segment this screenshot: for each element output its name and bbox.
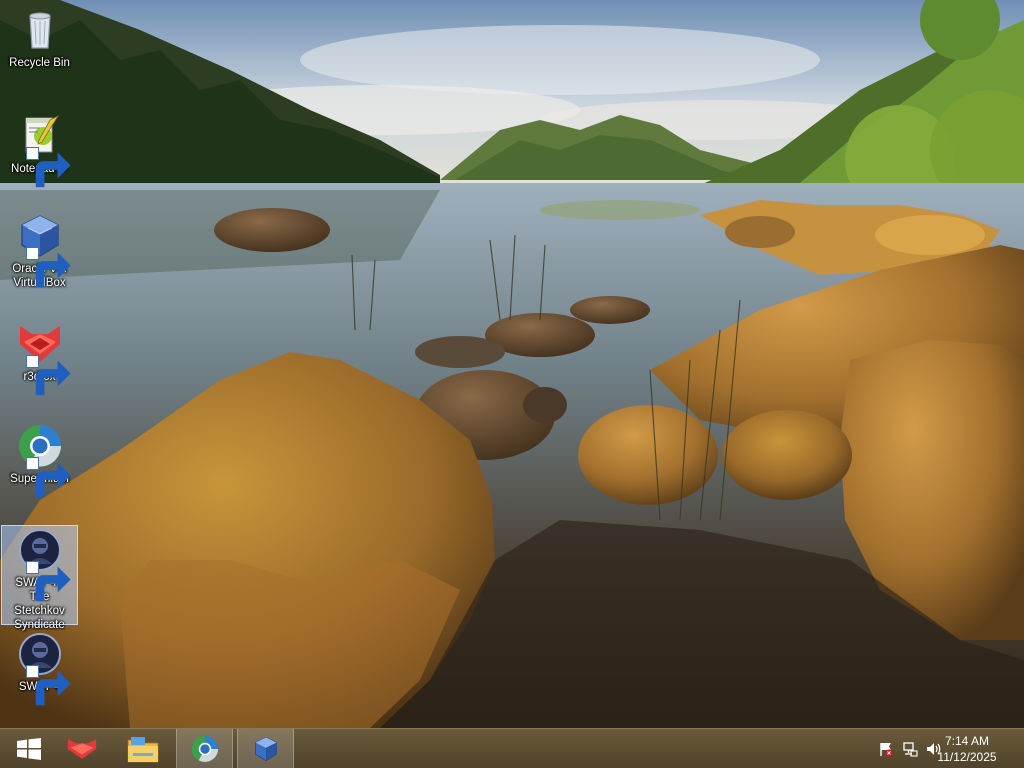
system-tray: 7:14 AM 11/12/2025 — [864, 729, 1024, 768]
virtualbox-icon — [254, 736, 277, 761]
shortcut-arrow-icon — [25, 457, 71, 498]
supermium-icon — [191, 735, 218, 762]
notepad-plus-plus-icon — [16, 112, 71, 188]
folder-icon — [127, 736, 158, 762]
taskbar-supermium[interactable] — [176, 729, 233, 768]
desktop-icon-area: Recycle Bin Notepad++ — [0, 0, 80, 728]
desktop-icon-supermium[interactable]: Supermium — [2, 422, 77, 498]
desktop-wallpaper — [0, 0, 1024, 728]
shortcut-arrow-icon — [25, 561, 71, 602]
swat4-icon — [16, 526, 71, 602]
recycle-bin-icon — [16, 6, 64, 54]
desktop-icon-r3dfox[interactable]: r3dfox — [2, 320, 77, 396]
desktop-icon-recycle-bin[interactable]: Recycle Bin — [2, 6, 77, 70]
desktop-icon-notepad-plus-plus[interactable]: Notepad++ — [2, 112, 77, 188]
action-center-flag-icon[interactable] — [878, 741, 894, 757]
clock[interactable]: 7:14 AM 11/12/2025 — [932, 733, 1002, 765]
network-icon[interactable] — [902, 741, 918, 757]
desktop-icon-swat4[interactable]: SWAT 4 — [2, 630, 77, 706]
taskbar-r3dfox[interactable] — [53, 729, 110, 768]
shortcut-arrow-icon — [25, 147, 71, 188]
taskbar: 7:14 AM 11/12/2025 — [0, 728, 1024, 768]
virtualbox-icon — [16, 212, 71, 288]
start-button[interactable] — [0, 729, 57, 768]
clock-date: 11/12/2025 — [937, 750, 997, 764]
swat4-icon — [16, 630, 71, 706]
r3dfox-icon — [67, 738, 96, 759]
supermium-icon — [16, 422, 71, 498]
windows-logo-icon — [16, 737, 41, 760]
shortcut-arrow-icon — [25, 665, 71, 706]
clock-time: 7:14 AM — [944, 734, 990, 748]
desktop-icon-swat4-stetchkov-syndicate[interactable]: SWAT 4 - The Stetchkov Syndicate — [1, 525, 78, 631]
r3dfox-icon — [16, 320, 71, 396]
taskbar-file-explorer[interactable] — [114, 729, 171, 768]
shortcut-arrow-icon — [25, 247, 71, 288]
taskbar-virtualbox[interactable] — [237, 729, 294, 768]
shortcut-arrow-icon — [25, 355, 71, 396]
desktop-icon-virtualbox[interactable]: Oracle VM VirtualBox — [2, 212, 77, 290]
